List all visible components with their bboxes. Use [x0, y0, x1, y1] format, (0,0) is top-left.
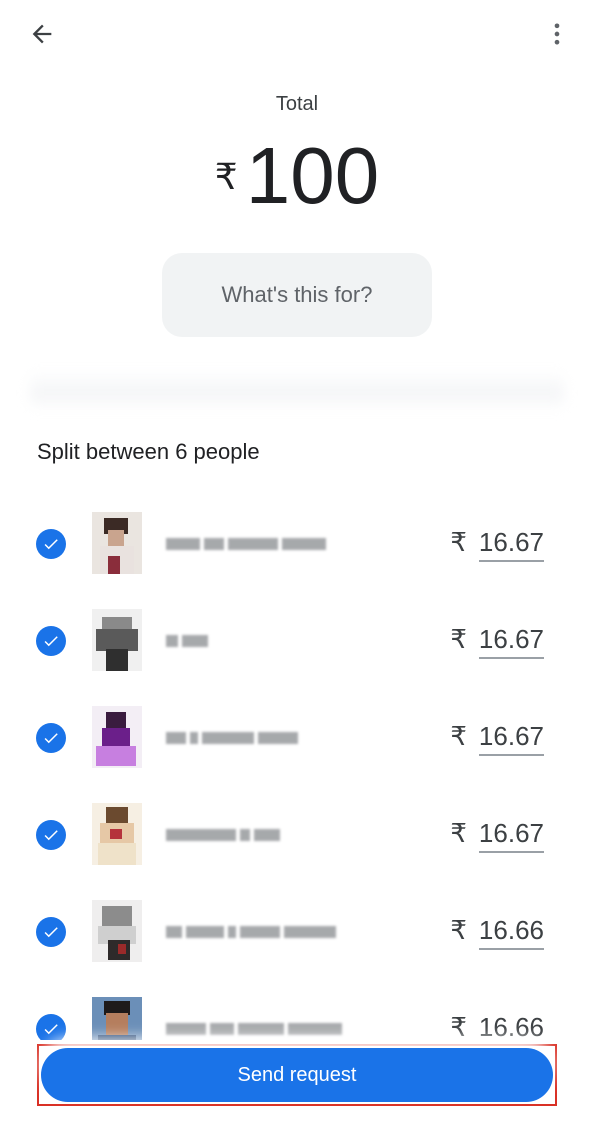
avatar — [92, 706, 142, 768]
avatar — [92, 997, 142, 1040]
total-amount: ₹ 100 — [0, 132, 594, 220]
note-input[interactable]: What's this for? — [162, 253, 432, 337]
person-checkbox[interactable] — [36, 626, 66, 656]
split-title: Split between 6 people — [37, 439, 260, 464]
send-request-button[interactable]: Send request — [41, 1048, 553, 1102]
list-item: ₹ 16.67 — [0, 495, 594, 592]
person-checkbox[interactable] — [36, 529, 66, 559]
person-checkbox[interactable] — [36, 917, 66, 947]
people-list: ₹ 16.67 ₹ 16.67 ₹ 16.67 ₹ 16.67 ₹ 16.66 … — [0, 495, 594, 1040]
contact-name-redacted — [166, 537, 326, 551]
person-share[interactable]: ₹ 16.67 — [450, 721, 544, 756]
contact-name-redacted — [166, 828, 280, 842]
person-share[interactable]: ₹ 16.67 — [450, 624, 544, 659]
check-icon — [44, 636, 58, 647]
list-item: ₹ 16.67 — [0, 592, 594, 689]
avatar — [92, 803, 142, 865]
section-divider — [30, 370, 564, 410]
contact-name-redacted — [166, 634, 208, 648]
check-icon — [44, 830, 58, 841]
more-vert-icon — [554, 23, 560, 45]
back-button[interactable] — [22, 14, 62, 54]
total-label: Total — [275, 93, 319, 115]
contact-name-redacted — [166, 925, 336, 939]
list-item: ₹ 16.67 — [0, 689, 594, 786]
list-item: ₹ 16.67 — [0, 786, 594, 883]
person-share[interactable]: ₹ 16.67 — [450, 527, 544, 562]
avatar — [92, 900, 142, 962]
person-share[interactable]: ₹ 16.67 — [450, 818, 544, 853]
person-checkbox[interactable] — [36, 723, 66, 753]
person-checkbox[interactable] — [36, 820, 66, 850]
currency-symbol: ₹ — [214, 156, 238, 197]
more-options-button[interactable] — [537, 14, 577, 54]
arrow-left-icon — [32, 24, 52, 44]
check-icon — [44, 733, 58, 744]
top-bar — [0, 0, 594, 64]
check-icon — [44, 927, 58, 938]
check-icon — [44, 539, 58, 550]
list-item: ₹ 16.66 — [0, 980, 594, 1040]
avatar — [92, 512, 142, 574]
person-share[interactable]: ₹ 16.66 — [450, 1012, 544, 1040]
person-share[interactable]: ₹ 16.66 — [450, 915, 544, 950]
list-item: ₹ 16.66 — [0, 883, 594, 980]
check-icon — [44, 1024, 58, 1035]
contact-name-redacted — [166, 1022, 342, 1036]
person-checkbox[interactable] — [36, 1014, 66, 1040]
contact-name-redacted — [166, 731, 298, 745]
avatar — [92, 609, 142, 671]
amount-value: 100 — [245, 131, 380, 220]
